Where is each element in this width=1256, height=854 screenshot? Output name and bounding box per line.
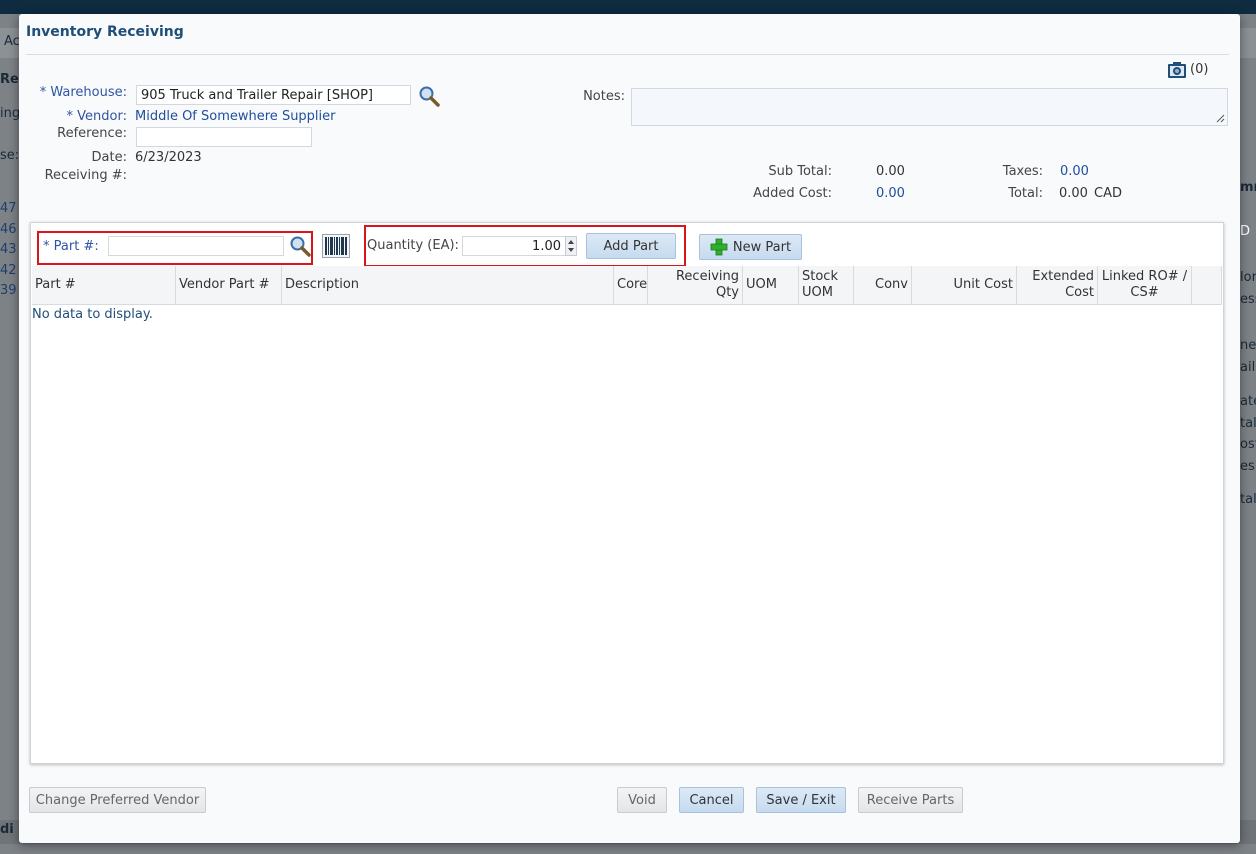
background-header — [0, 0, 1256, 14]
part-number-input[interactable] — [108, 236, 284, 256]
grid-empty-message: No data to display. — [32, 307, 153, 322]
date-value: 6/23/2023 — [135, 150, 202, 165]
background-label: ost: — [1240, 437, 1256, 452]
background-number: 47 — [0, 201, 17, 216]
background-label: ate: — [1240, 394, 1256, 409]
vendor-label: * Vendor: — [66, 109, 127, 124]
background-label: mn — [1240, 180, 1256, 195]
receiving-number-label: Receiving #: — [44, 168, 127, 183]
background-number: 39 — [0, 283, 17, 298]
quantity-input[interactable] — [462, 236, 566, 256]
column-uom[interactable]: UOM — [743, 266, 799, 304]
part-number-label: * Part #: — [43, 239, 99, 254]
quantity-stepper-icon[interactable] — [565, 236, 577, 256]
column-core[interactable]: Core — [614, 266, 648, 304]
background-label: ess: — [1240, 292, 1256, 307]
total-value: 0.00 — [1059, 186, 1088, 201]
resize-grip-icon[interactable] — [1216, 114, 1225, 123]
notes-label: Notes: — [583, 89, 625, 104]
vendor-link[interactable]: Middle Of Somewhere Supplier — [135, 109, 336, 124]
grid-header: Part # Vendor Part # Description Core Re… — [32, 266, 1222, 305]
title-divider — [26, 54, 1229, 55]
parts-grid-panel: * Part #: Quantity (EA): 1.00 Add Part N… — [30, 222, 1224, 764]
new-part-button[interactable]: New Part — [699, 234, 802, 260]
taxes-link[interactable]: 0.00 — [1060, 164, 1089, 179]
subtotal-label: Sub Total: — [768, 164, 832, 179]
added-cost-label: Added Cost: — [753, 186, 832, 201]
column-description[interactable]: Description — [282, 266, 614, 304]
column-linked-ro[interactable]: Linked RO# / CS# — [1098, 266, 1192, 304]
warehouse-label: * Warehouse: — [39, 85, 127, 100]
column-vendor-part-number[interactable]: Vendor Part # — [176, 266, 282, 304]
background-label: es: — [1240, 459, 1256, 474]
background-label: di — [0, 822, 14, 837]
reference-field[interactable] — [136, 127, 312, 147]
added-cost-link[interactable]: 0.00 — [876, 186, 905, 201]
save-exit-button[interactable]: Save / Exit — [756, 787, 846, 813]
change-preferred-vendor-button[interactable]: Change Preferred Vendor — [29, 787, 206, 813]
quantity-label: Quantity (EA): — [367, 238, 459, 253]
column-unit-cost[interactable]: Unit Cost — [912, 266, 1017, 304]
warehouse-field[interactable] — [136, 85, 411, 105]
background-label: ing — [0, 106, 21, 121]
background-label: lor: — [1240, 270, 1256, 285]
search-icon[interactable] — [418, 85, 440, 111]
background-number: 43 — [0, 242, 17, 257]
background-label: tal: — [1240, 492, 1256, 507]
add-part-button[interactable]: Add Part — [586, 233, 676, 259]
notes-field[interactable] — [631, 88, 1228, 126]
background-label: D — [1240, 224, 1251, 239]
background-number: 46 — [0, 222, 17, 237]
column-spacer — [1192, 266, 1222, 304]
background-label: Ac — [4, 34, 20, 49]
background-label: se: — [0, 148, 20, 163]
background-label: ne: — [1240, 338, 1256, 353]
plus-icon — [710, 238, 728, 256]
void-button[interactable]: Void — [617, 787, 667, 813]
barcode-icon[interactable] — [322, 234, 350, 262]
background-number: 42 — [0, 263, 17, 278]
attachment-count: (0) — [1190, 62, 1209, 77]
column-conv[interactable]: Conv — [854, 266, 912, 304]
subtotal-value: 0.00 — [876, 164, 905, 179]
new-part-label: New Part — [732, 239, 792, 255]
receive-parts-button[interactable]: Receive Parts — [858, 787, 963, 813]
search-icon[interactable] — [289, 235, 311, 261]
background-label: ail: — [1240, 360, 1256, 375]
column-receiving-qty[interactable]: Receiving Qty — [648, 266, 743, 304]
cancel-button[interactable]: Cancel — [679, 787, 744, 813]
column-extended-cost[interactable]: Extended Cost — [1017, 266, 1098, 304]
total-label: Total: — [1008, 186, 1043, 201]
background-label: tal: — [1240, 416, 1256, 431]
date-label: Date: — [91, 150, 127, 165]
camera-icon[interactable] — [1167, 61, 1187, 83]
inventory-receiving-dialog: Inventory Receiving (0) * Warehouse: * V… — [19, 14, 1240, 843]
taxes-label: Taxes: — [1002, 164, 1043, 179]
column-part-number[interactable]: Part # — [32, 266, 176, 304]
dialog-title: Inventory Receiving — [26, 24, 184, 40]
currency-label: CAD — [1094, 186, 1122, 201]
reference-label: Reference: — [57, 126, 127, 141]
column-stock-uom[interactable]: Stock UOM — [799, 266, 854, 304]
